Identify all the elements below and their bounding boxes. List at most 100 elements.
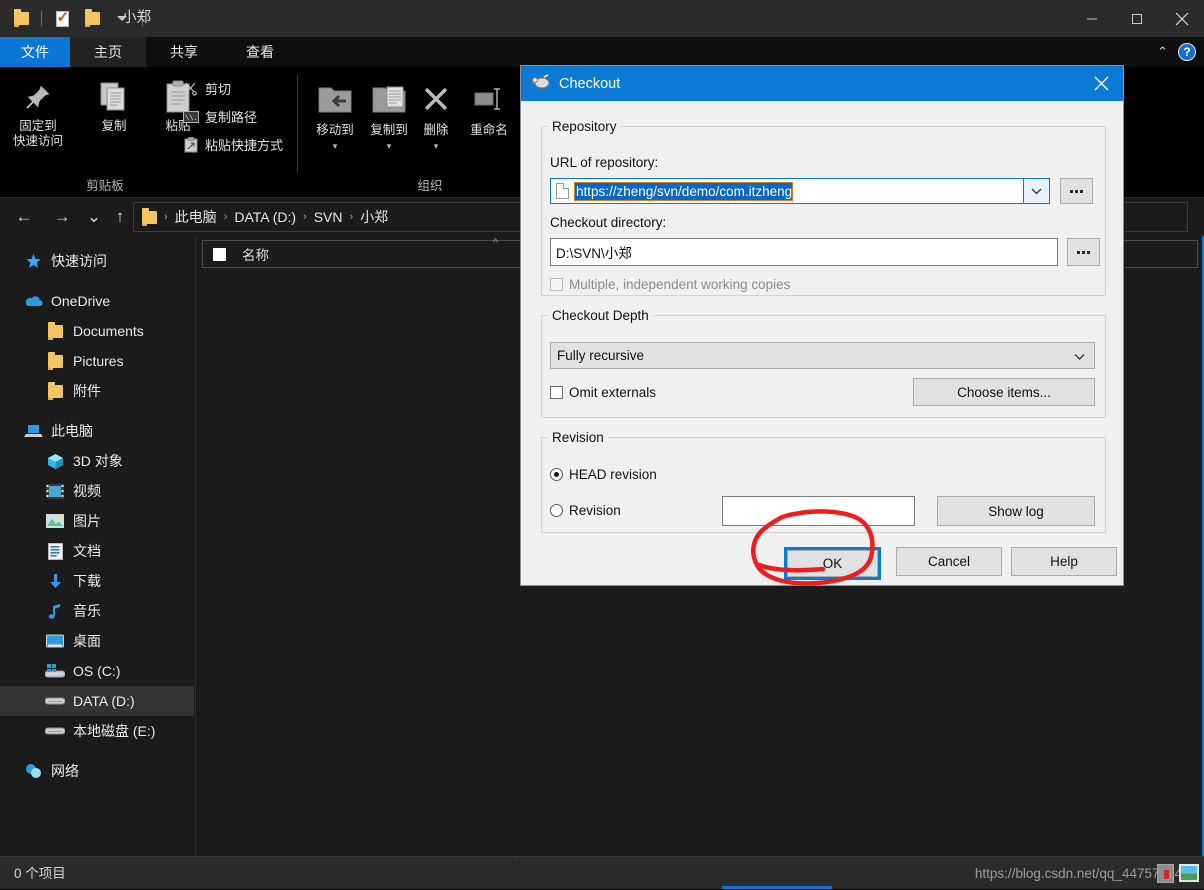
sidebar-item-pictures[interactable]: 图片	[0, 506, 194, 536]
chevron-down-icon[interactable]	[1023, 179, 1049, 203]
chevron-up-icon[interactable]: ⌃	[1157, 44, 1168, 60]
multiple-working-copies-checkbox[interactable]: Multiple, independent working copies	[550, 277, 790, 292]
status-divider	[515, 857, 516, 861]
forward-button[interactable]: →	[50, 206, 74, 228]
sidebar-item-os-c[interactable]: OS (C:)	[0, 656, 194, 686]
cancel-button[interactable]: Cancel	[896, 547, 1002, 576]
checkbox-box[interactable]	[550, 386, 563, 399]
url-input-value[interactable]: https://zheng/svn/demo/com.itzheng	[575, 183, 792, 200]
breadcrumb-item-svn[interactable]: SVN	[308, 209, 349, 225]
copy-to-icon	[358, 75, 420, 123]
ribbon-button-label-line1: 删除	[412, 123, 460, 138]
properties-check-icon[interactable]	[47, 0, 77, 37]
sidebar-item-label: 图片	[73, 511, 101, 531]
sidebar-item-music[interactable]: 音乐	[0, 596, 194, 626]
sidebar-item-attachments[interactable]: 附件	[0, 376, 194, 406]
url-browse-button[interactable]	[1060, 178, 1093, 204]
pin-icon	[6, 75, 70, 119]
help-button[interactable]: Help	[1011, 547, 1117, 576]
choose-items-button[interactable]: Choose items...	[913, 378, 1095, 406]
ribbon-tab-bar: 文件 主页 共享 查看 ⌃ ?	[0, 37, 1204, 67]
show-log-button[interactable]: Show log	[937, 496, 1095, 526]
sidebar-item-local-disk-e[interactable]: 本地磁盘 (E:)	[0, 716, 194, 746]
directory-browse-button[interactable]	[1067, 238, 1100, 266]
recent-locations-button[interactable]: ⌄	[82, 206, 106, 228]
url-input[interactable]: https://zheng/svn/demo/com.itzheng	[550, 178, 1050, 204]
chevron-down-icon[interactable]: ▾	[304, 139, 366, 154]
breadcrumb-item-current[interactable]: 小郑	[354, 207, 394, 227]
ribbon-button-pin-to-quick-access[interactable]: 固定到 快速访问	[6, 75, 70, 149]
revision-radio[interactable]: Revision	[550, 503, 621, 518]
ribbon-button-paste-shortcut[interactable]: 粘贴快捷方式	[182, 135, 283, 154]
up-button[interactable]: ↑	[108, 206, 132, 228]
scissors-icon	[182, 80, 199, 97]
sidebar-item-documents-onedrive[interactable]: Documents	[0, 316, 194, 346]
sidebar-item-3d-objects[interactable]: 3D 对象	[0, 446, 194, 476]
ribbon-button-rename[interactable]: 重命名	[458, 75, 520, 138]
sidebar-item-documents[interactable]: 文档	[0, 536, 194, 566]
title-bar: 小郑	[0, 0, 1204, 37]
desktop-icon	[44, 630, 66, 652]
tab-home[interactable]: 主页	[70, 37, 146, 67]
column-header-name[interactable]: 名称	[242, 244, 269, 264]
sidebar-item-downloads[interactable]: 下载	[0, 566, 194, 596]
minimize-icon[interactable]	[1069, 0, 1114, 37]
ribbon-button-label-line1: 复制	[82, 119, 146, 134]
sidebar-item-label: OneDrive	[51, 293, 110, 309]
tab-share[interactable]: 共享	[146, 37, 222, 67]
svg-text:\\..: \\..	[185, 115, 199, 123]
watermark-text: https://blog.csdn.net/qq_44757064	[975, 857, 1182, 890]
tab-file[interactable]: 文件	[0, 37, 70, 67]
ribbon-button-copy[interactable]: 复制	[82, 75, 146, 134]
sidebar-item-label: 此电脑	[51, 421, 93, 441]
revision-number-input[interactable]	[722, 496, 915, 526]
folder-icon[interactable]	[6, 0, 36, 37]
chevron-down-icon[interactable]	[1074, 348, 1085, 363]
sidebar-item-data-d[interactable]: DATA (D:)	[0, 686, 194, 716]
help-icon[interactable]: ?	[1178, 43, 1196, 61]
sidebar-item-label: 文档	[73, 541, 101, 561]
new-folder-icon[interactable]	[77, 0, 107, 37]
radio-circle[interactable]	[550, 468, 563, 481]
sidebar-item-network[interactable]: 网络	[0, 756, 194, 786]
radio-circle[interactable]	[550, 504, 563, 517]
checkbox-box[interactable]	[550, 278, 563, 291]
sidebar-item-label: Documents	[73, 323, 144, 339]
ribbon-button-move-to[interactable]: 移动到 ▾	[304, 75, 366, 154]
breadcrumb-item-data-d[interactable]: DATA (D:)	[228, 209, 302, 225]
chevron-down-icon[interactable]: ▾	[358, 139, 420, 154]
breadcrumb-item-this-pc[interactable]: 此电脑	[169, 207, 223, 227]
sidebar-item-videos[interactable]: 视频	[0, 476, 194, 506]
omit-externals-checkbox[interactable]: Omit externals	[550, 385, 656, 400]
ribbon-button-label-line1: 重命名	[458, 123, 520, 138]
back-button[interactable]: ←	[12, 206, 36, 228]
url-label: URL of repository:	[550, 155, 658, 170]
folder-icon	[44, 320, 66, 342]
checkout-depth-select[interactable]: Fully recursive	[550, 342, 1095, 369]
ellipsis-icon	[1077, 251, 1090, 254]
head-revision-radio[interactable]: HEAD revision	[550, 467, 657, 482]
ribbon-button-cut[interactable]: 剪切	[182, 79, 231, 98]
navigation-pane[interactable]: 快速访问 OneDrive Documents Pictures 附件 此电脑	[0, 236, 194, 856]
chevron-down-icon[interactable]: ▾	[412, 139, 460, 154]
close-icon[interactable]	[1079, 66, 1123, 101]
maximize-icon[interactable]	[1114, 0, 1159, 37]
sidebar-item-label: 下载	[73, 571, 101, 591]
sidebar-item-pictures-onedrive[interactable]: Pictures	[0, 346, 194, 376]
sidebar-item-quick-access[interactable]: 快速访问	[0, 246, 194, 276]
checkout-directory-input[interactable]: D:\SVN\小郑	[550, 238, 1058, 266]
ok-button[interactable]: OK	[787, 550, 878, 577]
checkout-directory-label: Checkout directory:	[550, 215, 666, 230]
sort-ascending-icon: ^	[493, 237, 498, 249]
window-title: 小郑	[122, 0, 151, 37]
tab-view[interactable]: 查看	[222, 37, 298, 67]
sidebar-item-this-pc[interactable]: 此电脑	[0, 416, 194, 446]
ribbon-button-copy-path[interactable]: \\.. 复制路径	[182, 107, 257, 126]
sidebar-item-desktop[interactable]: 桌面	[0, 626, 194, 656]
close-icon[interactable]	[1159, 0, 1204, 37]
ribbon-button-copy-to[interactable]: 复制到 ▾	[358, 75, 420, 154]
ribbon-button-delete[interactable]: 删除 ▾	[412, 75, 460, 154]
sidebar-item-onedrive[interactable]: OneDrive	[0, 286, 194, 316]
move-to-icon	[304, 75, 366, 123]
select-all-checkbox[interactable]	[213, 248, 226, 261]
